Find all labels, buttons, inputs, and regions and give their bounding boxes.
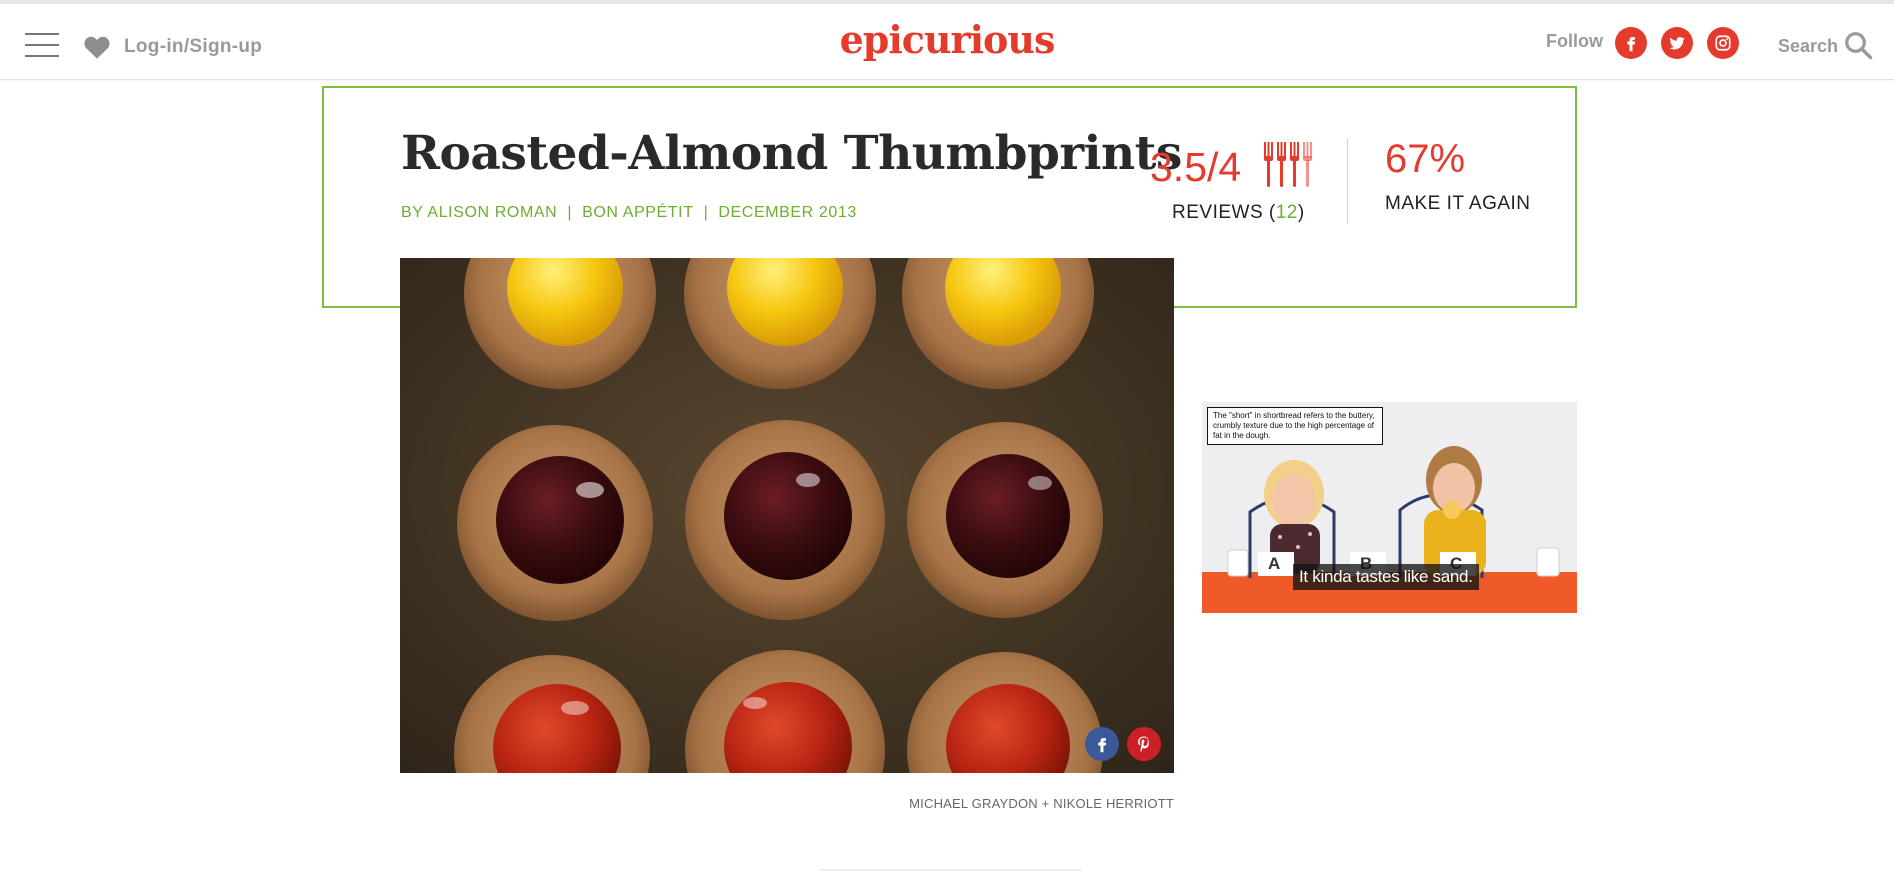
rating-divider	[1347, 138, 1348, 224]
bottom-divider	[820, 869, 1082, 871]
search-icon[interactable]	[1843, 30, 1873, 60]
share-pinterest-icon[interactable]	[1127, 727, 1161, 761]
instagram-icon[interactable]	[1707, 27, 1739, 59]
recipe-byline: BY ALISON ROMAN | BON APPÉTIT | DECEMBER 201…	[401, 204, 857, 222]
share-facebook-icon[interactable]	[1085, 727, 1119, 761]
reviews-link[interactable]: REVIEWS (12)	[1172, 202, 1305, 224]
byline-separator: |	[703, 204, 709, 221]
fork-icon	[1264, 142, 1273, 187]
publish-date: DECEMBER 2013	[718, 204, 857, 221]
placard-label: A	[1268, 554, 1281, 573]
rating-score: 3.5/4	[1150, 144, 1242, 190]
search-label[interactable]: Search	[1778, 36, 1838, 57]
byline-separator: |	[567, 204, 573, 221]
make-again-percent: 67%	[1385, 137, 1466, 181]
photo-credit: MICHAEL GRAYDON + NIKOLE HERRIOTT	[909, 796, 1174, 811]
source-link[interactable]: BON APPÉTIT	[582, 204, 694, 221]
cookie-dark-jam	[907, 422, 1103, 618]
video-player[interactable]: A B C The "short" in shortbread refers t…	[1202, 402, 1577, 613]
recipe-photo	[400, 258, 1174, 773]
video-fact-note: The "short" in shortbread refers to the …	[1207, 407, 1383, 445]
reviews-label: REVIEWS	[1172, 202, 1264, 223]
video-caption: It kinda tastes like sand.	[1293, 564, 1479, 590]
make-again-label: MAKE IT AGAIN	[1385, 193, 1531, 214]
fork-icon	[1290, 142, 1299, 187]
fork-icon-half	[1303, 142, 1312, 187]
heart-icon[interactable]	[82, 32, 112, 62]
author-link[interactable]: BY ALISON ROMAN	[401, 204, 557, 221]
site-header: Log-in/Sign-up epicurious Follow Search	[0, 4, 1894, 80]
facebook-icon[interactable]	[1615, 27, 1647, 59]
login-signup-link[interactable]: Log-in/Sign-up	[124, 36, 262, 58]
fork-icon	[1277, 142, 1286, 187]
cookie-dark-jam	[457, 425, 653, 621]
logo-text[interactable]: epicurious	[840, 17, 1056, 62]
fork-rating-icons	[1264, 142, 1312, 187]
cookie-dark-jam	[685, 420, 885, 620]
epicurious-logo: epicurious	[0, 17, 1894, 62]
recipe-title: Roasted-Almond Thumbprints	[401, 126, 1182, 181]
reviews-count: 12	[1275, 202, 1298, 223]
follow-label: Follow	[1546, 31, 1603, 51]
hamburger-icon[interactable]	[25, 33, 59, 59]
twitter-icon[interactable]	[1661, 27, 1693, 59]
